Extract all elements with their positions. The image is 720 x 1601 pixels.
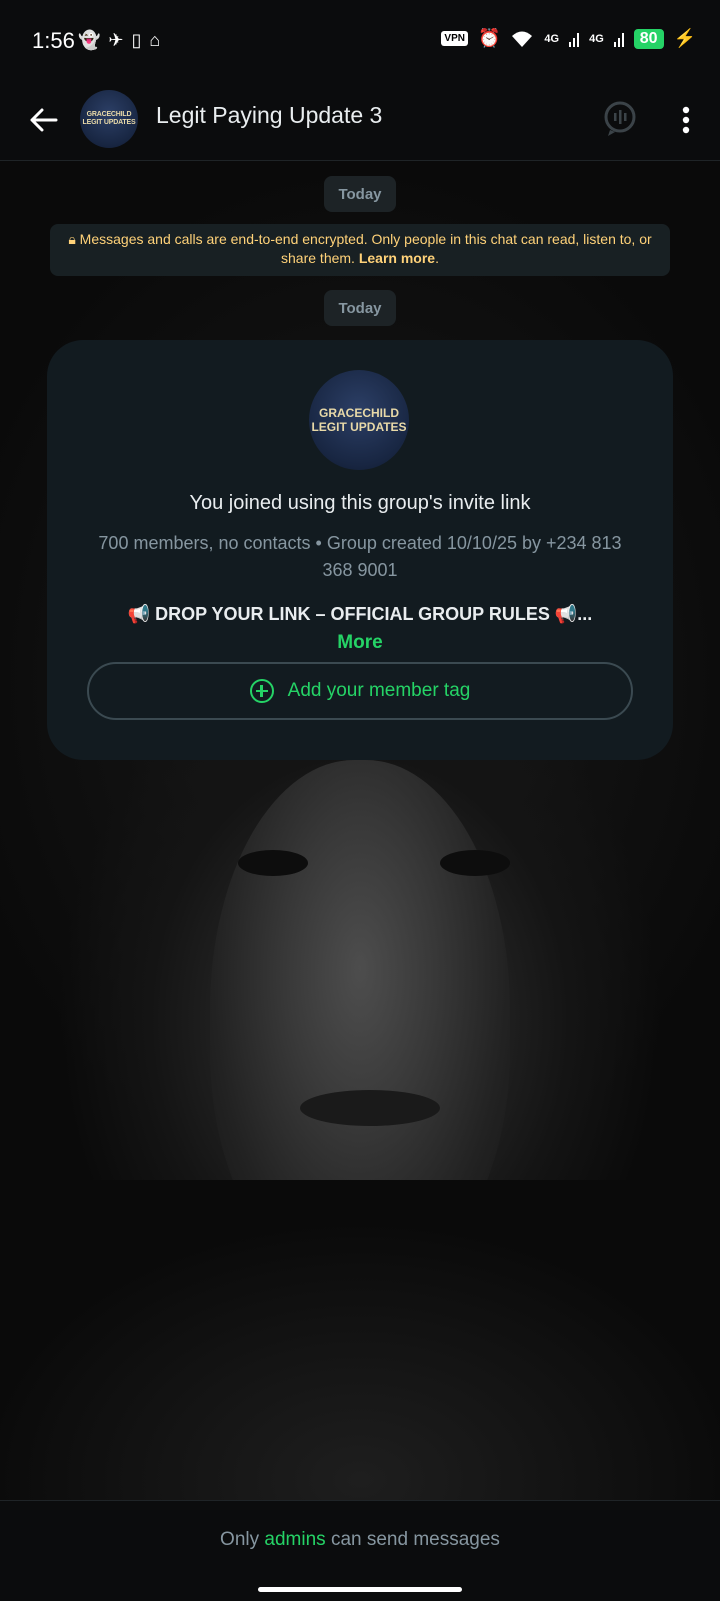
wallpaper-eye-left — [238, 850, 308, 876]
add-member-tag-button[interactable]: Add your member tag — [87, 662, 633, 720]
notification-icon: ▯ — [131, 30, 142, 50]
battery-icon: 80 — [633, 28, 664, 49]
learn-more-link[interactable]: Learn more — [359, 250, 435, 266]
group-info-avatar[interactable]: GRACECHILD LEGIT UPDATES — [309, 370, 409, 470]
chat-header: GRACECHILD LEGIT UPDATES Legit Paying Up… — [0, 80, 720, 161]
notice-prefix: Only — [220, 1529, 260, 1550]
add-member-tag-label: Add your member tag — [287, 680, 471, 701]
alarm-icon: ⏰ — [477, 28, 501, 48]
wallpaper-shoulders — [0, 1180, 720, 1500]
group-title[interactable]: Legit Paying Update 3 — [156, 102, 382, 129]
vpn-icon: VPN — [441, 31, 468, 46]
joined-message: You joined using this group's invite lin… — [189, 492, 531, 514]
group-info-card: GRACECHILD LEGIT UPDATES You joined usin… — [47, 340, 673, 760]
voice-chat-icon[interactable] — [600, 98, 640, 138]
back-arrow-icon[interactable] — [22, 98, 66, 142]
group-info-avatar-text: GRACECHILD LEGIT UPDATES — [311, 406, 407, 434]
more-options-icon[interactable] — [668, 100, 704, 140]
group-description: 📢 DROP YOUR LINK – OFFICIAL GROUP RULES … — [127, 604, 593, 624]
add-circle-icon — [249, 679, 274, 703]
chat-footer: Only admins can send messages — [0, 1500, 720, 1601]
lock-icon: 🔒︎ — [68, 231, 76, 247]
status-time: 1:56 — [32, 28, 75, 53]
snapchat-icon: 👻 — [78, 30, 101, 50]
date-separator: Today — [324, 176, 396, 212]
group-avatar-text: GRACECHILD LEGIT UPDATES — [82, 111, 136, 126]
system-icons: VPN ⏰ 4G 4G 80 ⚡ — [441, 28, 696, 49]
wallpaper-eye-right — [440, 850, 510, 876]
signal-4g-icon-2: 4G — [589, 32, 604, 45]
alarm-bell-icon: ⌂ — [149, 30, 161, 50]
telegram-icon: ✈ — [108, 30, 124, 50]
signal-bars-icon-1 — [569, 32, 580, 47]
signal-bars-icon-2 — [613, 32, 624, 47]
group-avatar[interactable]: GRACECHILD LEGIT UPDATES — [80, 90, 138, 148]
wifi-icon — [512, 31, 533, 47]
status-bar: 1:56 👻 ✈ ▯ ⌂ VPN ⏰ 4G 4G 80 ⚡ — [0, 0, 720, 80]
group-meta: 700 members, no contacts • Group created… — [98, 533, 622, 580]
notice-suffix: can send messages — [330, 1529, 500, 1550]
notification-icons: 👻 ✈ ▯ ⌂ — [78, 30, 160, 51]
signal-4g-icon-1: 4G — [544, 32, 560, 45]
charging-icon: ⚡ — [673, 28, 696, 48]
admins-link[interactable]: admins — [264, 1529, 325, 1550]
home-indicator[interactable] — [258, 1587, 462, 1592]
encryption-notice[interactable]: 🔒︎ Messages and calls are end-to-end enc… — [50, 224, 670, 276]
date-separator: Today — [324, 290, 396, 326]
admins-only-notice: Only admins can send messages — [0, 1529, 720, 1551]
wallpaper-mouth — [300, 1090, 440, 1126]
more-link[interactable]: More — [47, 632, 673, 654]
